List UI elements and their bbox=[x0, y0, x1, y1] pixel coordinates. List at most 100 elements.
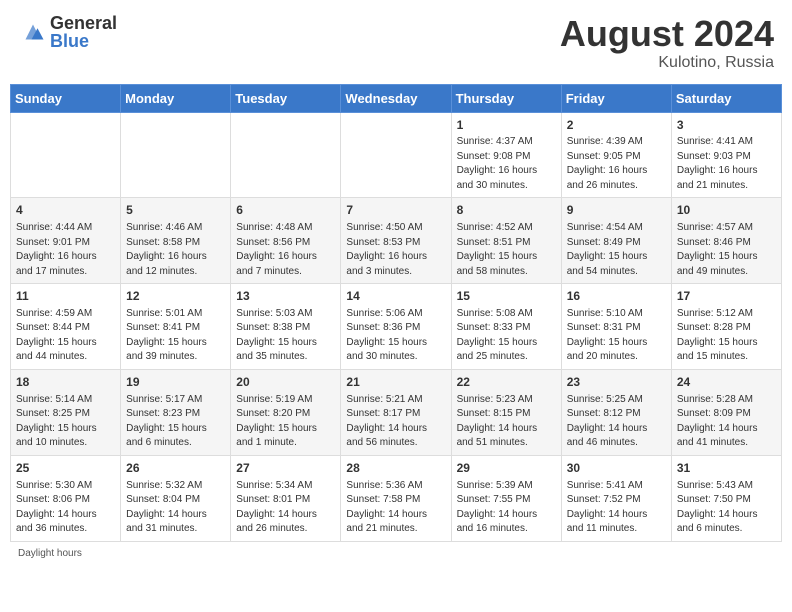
table-row: 9 Sunrise: 4:54 AMSunset: 8:49 PMDaylight… bbox=[561, 198, 671, 284]
day-number: 7 bbox=[346, 202, 445, 219]
header-wednesday: Wednesday bbox=[341, 84, 451, 112]
logo-general: General bbox=[50, 14, 117, 32]
day-info: Sunrise: 5:03 AMSunset: 8:38 PMDaylight:… bbox=[236, 307, 335, 365]
daylight-label: Daylight hours bbox=[18, 548, 782, 559]
header-saturday: Saturday bbox=[671, 84, 781, 112]
day-number: 31 bbox=[677, 460, 776, 477]
day-number: 20 bbox=[236, 374, 335, 391]
day-info: Sunrise: 5:06 AMSunset: 8:36 PMDaylight:… bbox=[346, 307, 445, 365]
day-number: 28 bbox=[346, 460, 445, 477]
table-row: 21 Sunrise: 5:21 AMSunset: 8:17 PMDayligh… bbox=[341, 369, 451, 455]
day-info: Sunrise: 5:12 AMSunset: 8:28 PMDaylight:… bbox=[677, 307, 776, 365]
day-number: 22 bbox=[457, 374, 556, 391]
day-info: Sunrise: 4:44 AMSunset: 9:01 PMDaylight:… bbox=[16, 221, 115, 279]
day-info: Sunrise: 4:41 AMSunset: 9:03 PMDaylight:… bbox=[677, 135, 776, 193]
day-info: Sunrise: 5:21 AMSunset: 8:17 PMDaylight:… bbox=[346, 393, 445, 451]
day-info: Sunrise: 5:25 AMSunset: 8:12 PMDaylight:… bbox=[567, 393, 666, 451]
footer: Daylight hours bbox=[10, 548, 782, 559]
table-row: 2Sunrise: 4:39 AMSunset: 9:05 PMDaylight… bbox=[561, 112, 671, 198]
logo-blue: Blue bbox=[50, 32, 117, 50]
table-row: 30 Sunrise: 5:41 AMSunset: 7:52 PMDayligh… bbox=[561, 455, 671, 541]
day-number: 21 bbox=[346, 374, 445, 391]
table-row bbox=[341, 112, 451, 198]
table-row: 7Sunrise: 4:50 AMSunset: 8:53 PMDaylight… bbox=[341, 198, 451, 284]
table-row bbox=[231, 112, 341, 198]
day-info: Sunrise: 5:32 AMSunset: 8:04 PMDaylight:… bbox=[126, 479, 225, 537]
page-header: General Blue August 2024 Kulotino, Russi… bbox=[10, 10, 782, 76]
table-row: 3Sunrise: 4:41 AMSunset: 9:03 PMDaylight… bbox=[671, 112, 781, 198]
day-number: 23 bbox=[567, 374, 666, 391]
day-info: Sunrise: 5:10 AMSunset: 8:31 PMDaylight:… bbox=[567, 307, 666, 365]
table-row: 25 Sunrise: 5:30 AMSunset: 8:06 PMDayligh… bbox=[11, 455, 121, 541]
calendar-header-row: Sunday Monday Tuesday Wednesday Thursday… bbox=[11, 84, 782, 112]
calendar-week-row: 11Sunrise: 4:59 AMSunset: 8:44 PMDayligh… bbox=[11, 284, 782, 370]
table-row: 19Sunrise: 5:17 AMSunset: 8:23 PMDayligh… bbox=[121, 369, 231, 455]
day-number: 3 bbox=[677, 117, 776, 134]
table-row: 13 Sunrise: 5:03 AMSunset: 8:38 PMDayligh… bbox=[231, 284, 341, 370]
day-info: Sunrise: 5:08 AMSunset: 8:33 PMDaylight:… bbox=[457, 307, 556, 365]
table-row: 11Sunrise: 4:59 AMSunset: 8:44 PMDayligh… bbox=[11, 284, 121, 370]
table-row bbox=[121, 112, 231, 198]
day-number: 29 bbox=[457, 460, 556, 477]
day-info: Sunrise: 4:57 AMSunset: 8:46 PMDaylight:… bbox=[677, 221, 776, 279]
day-number: 10 bbox=[677, 202, 776, 219]
day-info: Sunrise: 4:39 AMSunset: 9:05 PMDaylight:… bbox=[567, 135, 666, 193]
day-info: Sunrise: 5:19 AMSunset: 8:20 PMDaylight:… bbox=[236, 393, 335, 451]
day-number: 12 bbox=[126, 288, 225, 305]
table-row: 12 Sunrise: 5:01 AMSunset: 8:41 PMDayligh… bbox=[121, 284, 231, 370]
day-number: 8 bbox=[457, 202, 556, 219]
calendar-week-row: 18 Sunrise: 5:14 AMSunset: 8:25 PMDayligh… bbox=[11, 369, 782, 455]
header-monday: Monday bbox=[121, 84, 231, 112]
calendar-table: Sunday Monday Tuesday Wednesday Thursday… bbox=[10, 84, 782, 542]
day-info: Sunrise: 4:37 AMSunset: 9:08 PMDaylight:… bbox=[457, 135, 556, 193]
table-row: 29 Sunrise: 5:39 AMSunset: 7:55 PMDayligh… bbox=[451, 455, 561, 541]
table-row: 31 Sunrise: 5:43 AMSunset: 7:50 PMDayligh… bbox=[671, 455, 781, 541]
day-number: 6 bbox=[236, 202, 335, 219]
table-row: 10 Sunrise: 4:57 AMSunset: 8:46 PMDayligh… bbox=[671, 198, 781, 284]
day-info: Sunrise: 5:14 AMSunset: 8:25 PMDaylight:… bbox=[16, 393, 115, 451]
day-number: 9 bbox=[567, 202, 666, 219]
day-number: 26 bbox=[126, 460, 225, 477]
table-row: 26 Sunrise: 5:32 AMSunset: 8:04 PMDayligh… bbox=[121, 455, 231, 541]
day-number: 27 bbox=[236, 460, 335, 477]
table-row: 24 Sunrise: 5:28 AMSunset: 8:09 PMDayligh… bbox=[671, 369, 781, 455]
day-number: 24 bbox=[677, 374, 776, 391]
day-info: Sunrise: 5:43 AMSunset: 7:50 PMDaylight:… bbox=[677, 479, 776, 537]
day-info: Sunrise: 5:28 AMSunset: 8:09 PMDaylight:… bbox=[677, 393, 776, 451]
day-number: 30 bbox=[567, 460, 666, 477]
day-info: Sunrise: 4:48 AMSunset: 8:56 PMDaylight:… bbox=[236, 221, 335, 279]
table-row: 18 Sunrise: 5:14 AMSunset: 8:25 PMDayligh… bbox=[11, 369, 121, 455]
day-number: 17 bbox=[677, 288, 776, 305]
day-info: Sunrise: 4:59 AMSunset: 8:44 PMDaylight:… bbox=[16, 307, 115, 365]
header-friday: Friday bbox=[561, 84, 671, 112]
table-row: 27 Sunrise: 5:34 AMSunset: 8:01 PMDayligh… bbox=[231, 455, 341, 541]
day-info: Sunrise: 5:01 AMSunset: 8:41 PMDaylight:… bbox=[126, 307, 225, 365]
day-info: Sunrise: 4:54 AMSunset: 8:49 PMDaylight:… bbox=[567, 221, 666, 279]
day-info: Sunrise: 5:30 AMSunset: 8:06 PMDaylight:… bbox=[16, 479, 115, 537]
month-year-title: August 2024 bbox=[560, 14, 774, 54]
day-number: 18 bbox=[16, 374, 115, 391]
table-row: 14 Sunrise: 5:06 AMSunset: 8:36 PMDayligh… bbox=[341, 284, 451, 370]
day-number: 25 bbox=[16, 460, 115, 477]
day-info: Sunrise: 5:34 AMSunset: 8:01 PMDaylight:… bbox=[236, 479, 335, 537]
day-info: Sunrise: 5:17 AMSunset: 8:23 PMDaylight:… bbox=[126, 393, 225, 451]
day-number: 5 bbox=[126, 202, 225, 219]
header-thursday: Thursday bbox=[451, 84, 561, 112]
day-info: Sunrise: 4:46 AMSunset: 8:58 PMDaylight:… bbox=[126, 221, 225, 279]
logo: General Blue bbox=[18, 14, 117, 50]
table-row: 17 Sunrise: 5:12 AMSunset: 8:28 PMDayligh… bbox=[671, 284, 781, 370]
table-row: 20 Sunrise: 5:19 AMSunset: 8:20 PMDayligh… bbox=[231, 369, 341, 455]
table-row: 1Sunrise: 4:37 AMSunset: 9:08 PMDaylight… bbox=[451, 112, 561, 198]
day-number: 15 bbox=[457, 288, 556, 305]
day-info: Sunrise: 5:41 AMSunset: 7:52 PMDaylight:… bbox=[567, 479, 666, 537]
day-number: 14 bbox=[346, 288, 445, 305]
day-number: 13 bbox=[236, 288, 335, 305]
day-number: 16 bbox=[567, 288, 666, 305]
day-info: Sunrise: 5:39 AMSunset: 7:55 PMDaylight:… bbox=[457, 479, 556, 537]
table-row bbox=[11, 112, 121, 198]
day-info: Sunrise: 5:36 AMSunset: 7:58 PMDaylight:… bbox=[346, 479, 445, 537]
table-row: 28 Sunrise: 5:36 AMSunset: 7:58 PMDayligh… bbox=[341, 455, 451, 541]
day-number: 4 bbox=[16, 202, 115, 219]
calendar-week-row: 25 Sunrise: 5:30 AMSunset: 8:06 PMDayligh… bbox=[11, 455, 782, 541]
table-row: 5 Sunrise: 4:46 AMSunset: 8:58 PMDaylight… bbox=[121, 198, 231, 284]
